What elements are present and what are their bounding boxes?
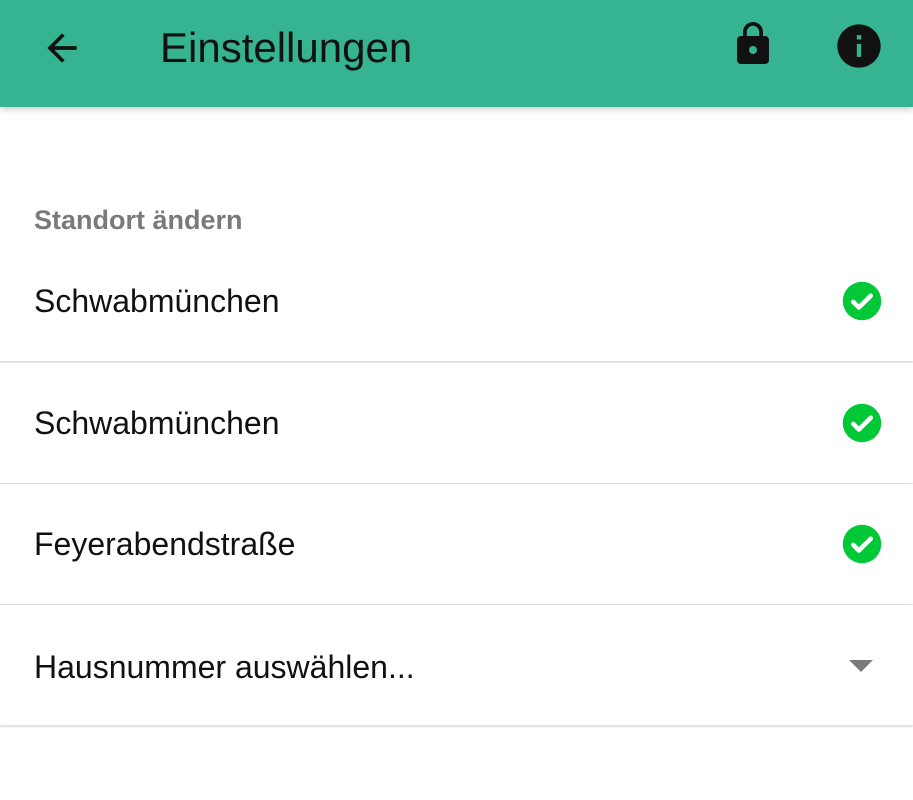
dropdown-arrow-icon xyxy=(849,660,873,672)
location-row-city[interactable]: Schwabmünchen xyxy=(0,241,913,361)
row-label: Feyerabendstraße xyxy=(34,526,296,562)
back-button[interactable] xyxy=(36,22,88,74)
location-row-street[interactable]: Feyerabendstraße xyxy=(0,484,913,604)
location-row-district[interactable]: Schwabmünchen xyxy=(0,363,913,483)
section-header: Standort ändern xyxy=(34,205,243,235)
check-circle-icon xyxy=(842,281,882,321)
page-title: Einstellungen xyxy=(160,24,413,71)
row-label: Schwabmünchen xyxy=(34,405,280,441)
house-number-select[interactable]: Hausnummer auswählen... xyxy=(0,605,913,725)
lock-icon xyxy=(737,22,769,64)
info-button[interactable] xyxy=(833,20,885,72)
lock-button[interactable] xyxy=(728,18,778,70)
row-label: Hausnummer auswählen... xyxy=(34,649,415,685)
check-circle-icon xyxy=(842,403,882,443)
arrow-back-icon xyxy=(47,33,77,63)
settings-content: Standort ändern Schwabmünchen Schwabmünc… xyxy=(0,107,913,800)
info-icon xyxy=(837,24,881,68)
check-circle-icon xyxy=(842,524,882,564)
row-label: Schwabmünchen xyxy=(34,283,280,319)
app-bar: Einstellungen xyxy=(0,0,913,107)
